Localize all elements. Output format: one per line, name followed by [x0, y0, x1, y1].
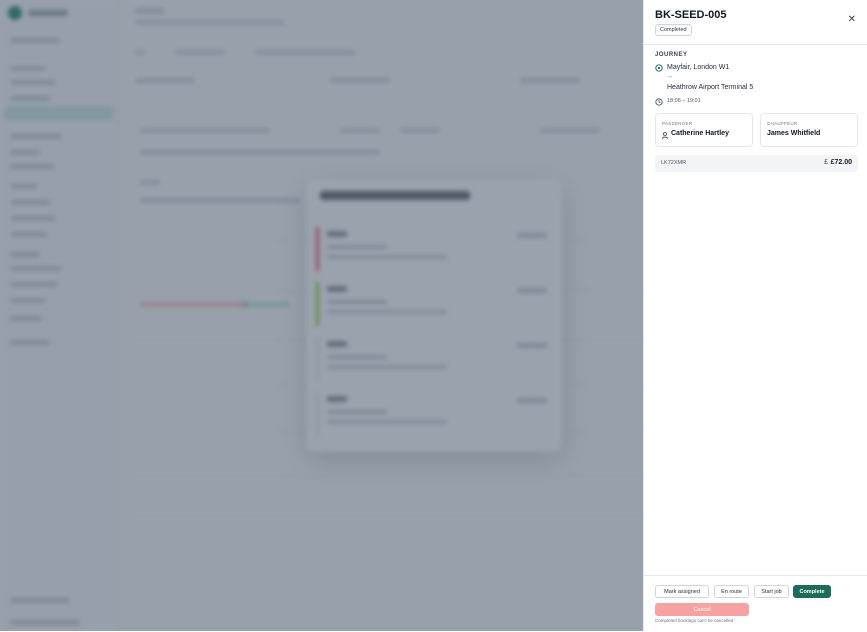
status-badge: Completed [655, 24, 692, 36]
vehicle-price-row: LK72XMR £ £72.00 [655, 155, 858, 172]
passenger-name: Catherine Hartley [671, 130, 729, 137]
person-icon [662, 132, 668, 139]
clock-icon [655, 98, 663, 106]
route-arrow: → [666, 73, 673, 80]
vehicle-plate: LK72XMR [661, 160, 687, 166]
complete-button[interactable]: Complete [793, 585, 831, 598]
start-job-button[interactable]: Start job [754, 585, 789, 598]
journey-label: JOURNEY [655, 52, 688, 58]
destination-address: Heathrow Airport Terminal 5 [667, 84, 754, 91]
modal-backdrop[interactable] [0, 0, 643, 631]
pound-icon: £ [824, 159, 828, 166]
cancel-button: Cancel [655, 603, 749, 616]
chauffeur-name: James Whitfield [767, 130, 821, 137]
map-pin-icon [655, 64, 663, 72]
journey-time: 18:06 – 19:01 [667, 98, 701, 104]
origin-address: Mayfair, London W1 [667, 64, 730, 71]
booking-id: BK-SEED-005 [655, 9, 727, 21]
en-route-button[interactable]: En route [714, 585, 749, 598]
cancel-note: Completed bookings can't be cancelled [655, 618, 734, 623]
drawer-header: BK-SEED-005 Completed ✕ [644, 0, 867, 45]
passenger-card: PASSENGER Catherine Hartley [655, 113, 753, 147]
chauffeur-label: CHAUFFEUR [767, 121, 798, 126]
drawer-footer: Mark assigned En route Start job Complet… [644, 575, 867, 632]
booking-detail-drawer: BK-SEED-005 Completed ✕ JOURNEY Mayfair,… [643, 0, 867, 631]
mark-assigned-button[interactable]: Mark assigned [655, 585, 709, 598]
chauffeur-card: CHAUFFEUR James Whitfield [760, 113, 858, 147]
close-icon[interactable]: ✕ [848, 14, 856, 25]
passenger-label: PASSENGER [662, 121, 693, 126]
booking-price: £72.00 [830, 159, 852, 166]
